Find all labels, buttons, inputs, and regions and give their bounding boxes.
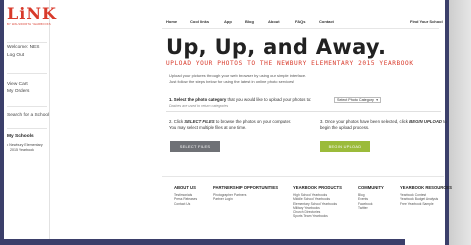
steps-divider — [166, 111, 441, 112]
nav-contact[interactable]: Contact — [319, 19, 334, 24]
step-2-a: 2. Click — [169, 119, 185, 124]
nav-cool-links[interactable]: Cool links — [190, 19, 209, 24]
nav-home[interactable]: Home — [166, 19, 177, 24]
step-2-b: SELECT FILES — [184, 119, 215, 124]
nav-blog[interactable]: Blog — [245, 19, 254, 24]
footer-heading: YEARBOOK RESOURCES — [400, 185, 452, 190]
footer-heading: COMMUNITY — [358, 185, 384, 190]
step-1-text: 1. Select the photo category that you wo… — [169, 97, 311, 102]
step-2-line-2: You may select multiple files at one tim… — [169, 125, 247, 130]
welcome-text: Welcome: NES — [7, 45, 40, 50]
sidebar: LiNK BY WALSWORTH YEARBOOKS Welcome: NES… — [4, 0, 56, 239]
search-school-link[interactable]: Search for a School — [7, 113, 49, 119]
step-1-hint: Dashes are used to return categories — [169, 104, 229, 108]
page: LiNK BY WALSWORTH YEARBOOKS Welcome: NES… — [0, 0, 471, 245]
footer-link[interactable]: Free Yearbook Sample — [400, 202, 452, 206]
step-2-text: 2. Click SELECT FILES to browse the phot… — [169, 119, 291, 124]
nav-divider — [162, 28, 439, 29]
footer-heading: PARTNERSHIP OPPORTUNITIES — [213, 185, 278, 190]
find-school-link[interactable]: Find Your School — [410, 19, 443, 24]
logo-subtext: BY WALSWORTH YEARBOOKS — [7, 23, 51, 26]
view-cart-link[interactable]: View Cart — [7, 82, 28, 88]
page-subtitle: UPLOAD YOUR PHOTOS TO THE NEWBURY ELEMEN… — [166, 60, 414, 67]
footer-heading: YEARBOOK PRODUCTS — [293, 185, 342, 190]
footer-col-products: YEARBOOK PRODUCTS High School Yearbooks … — [293, 185, 342, 219]
footer-link[interactable]: Partner Login — [213, 197, 278, 201]
select-files-button[interactable]: SELECT FILES — [170, 141, 220, 152]
sidebar-divider — [7, 73, 47, 74]
logo-text: LiNK — [7, 4, 57, 23]
step-1-bold: 1. Select the photo category — [169, 97, 227, 102]
footer-divider — [162, 176, 444, 177]
footer-col-community: COMMUNITY Blog Events Facebook Twitter — [358, 185, 384, 210]
nav-faqs[interactable]: FAQs — [295, 19, 305, 24]
photo-category-value: Select Photo Category — [337, 98, 374, 102]
chevron-down-icon: ▾ — [376, 98, 378, 102]
page-title: Up, Up, and Away. — [166, 35, 387, 59]
link-logo[interactable]: LiNK BY WALSWORTH YEARBOOKS — [7, 6, 56, 28]
my-orders-link[interactable]: My Orders — [7, 89, 29, 95]
intro-line-2: Just follow the steps below for using th… — [169, 79, 295, 84]
footer-link[interactable]: Press Releases — [174, 197, 197, 201]
step-3-b: BEGIN UPLOAD — [409, 119, 443, 124]
step-3-c: to — [442, 119, 447, 124]
step-3-line-2: begin the upload process. — [320, 125, 370, 130]
sidebar-divider — [7, 128, 47, 129]
step-1-rest: that you would like to upload your photo… — [226, 97, 312, 102]
window-frame-bottom — [0, 239, 405, 245]
footer-link[interactable]: Sports Team Yearbooks — [293, 214, 342, 218]
footer-col-partnership: PARTNERSHIP OPPORTUNITIES Photographer P… — [213, 185, 278, 202]
step-3-a: 3. Once your photos have been selected, … — [320, 119, 410, 124]
footer-link[interactable]: Twitter — [358, 206, 384, 210]
school-item[interactable]: • Newbury Elementary 2015 Yearbook — [7, 143, 43, 152]
step-2-c: to browse the photos on your computer. — [214, 119, 292, 124]
footer-link[interactable]: Contact Us — [174, 202, 197, 206]
school-item-year: 2015 Yearbook — [10, 147, 34, 152]
footer-heading: ABOUT US — [174, 185, 196, 190]
footer-col-about: ABOUT US Testimonials Press Releases Con… — [174, 185, 197, 206]
my-schools-heading: My Schools — [7, 134, 34, 139]
logout-link[interactable]: Log Out — [7, 53, 24, 59]
school-item-name: • Newbury Elementary — [7, 143, 43, 147]
photo-category-select[interactable]: Select Photo Category ▾ — [334, 97, 381, 103]
sidebar-divider — [7, 42, 47, 43]
step-3-text: 3. Once your photos have been selected, … — [320, 119, 447, 124]
top-nav: Home Cool links App Blog About FAQs Cont… — [166, 19, 443, 25]
nav-app[interactable]: App — [224, 19, 232, 24]
nav-about[interactable]: About — [268, 19, 280, 24]
intro-line-1: Upload your pictures through your web br… — [169, 73, 307, 78]
sidebar-divider — [7, 106, 47, 107]
footer-col-resources: YEARBOOK RESOURCES Yearbook Contest Year… — [400, 185, 452, 206]
begin-upload-button[interactable]: BEGIN UPLOAD — [320, 141, 370, 152]
